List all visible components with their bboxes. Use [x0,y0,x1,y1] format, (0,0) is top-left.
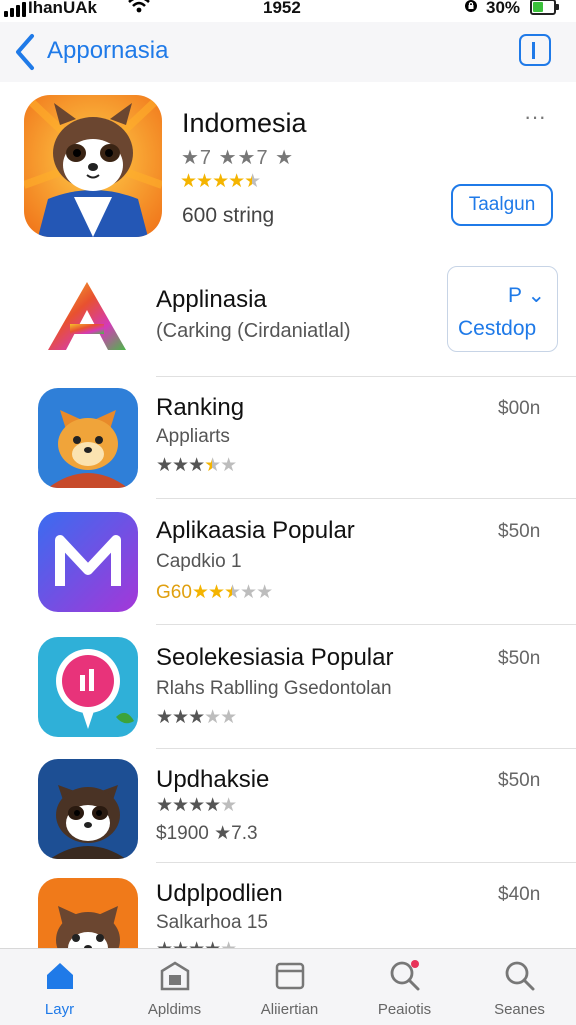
app-name: Updhaksie [156,766,270,793]
app-subtitle: Rlahs Rablling Gsedontolan [156,678,392,699]
divider [156,862,576,863]
tab-seanes[interactable]: Seanes [462,949,576,1025]
price-label: $00n [498,398,541,419]
rotation-lock-icon [465,0,477,12]
button-top-label: P ⌄ [508,284,546,307]
tab-label: Aliiertian [260,1001,319,1018]
app-subtitle: Salkarhoa 15 [156,912,268,933]
battery-percent: 30% [486,0,521,17]
tab-label: Layr [44,1001,75,1018]
star-rating: ★★★★★ [156,795,237,816]
apps-icon [160,961,189,991]
clock: 1952 [263,0,301,17]
price-label: $50n [498,648,541,669]
app-name: Udplpodlien [156,880,283,907]
tab-layr[interactable]: Layr [2,949,117,1025]
featured-get-button[interactable]: Taalgun [451,184,553,226]
battery-icon [530,0,559,15]
rating-row: G60★★★★★ [156,581,273,604]
divider [156,498,576,499]
app-meta: $1900 ★7.3 [156,823,258,844]
tab-peaiotis[interactable]: Peaiotis [347,949,462,1025]
search-badge-icon [390,960,419,991]
back-chevron-icon[interactable] [12,32,38,72]
featured-rating-text: ★7 ★★7 ★ [181,147,295,169]
featured-star-rating: ★★★★★ [180,171,261,192]
star-rating: ★★★★★ [156,455,237,476]
app-subtitle: (Carking (Cirdaniatlal) [156,320,351,342]
fox-app-icon [38,388,138,488]
m-logo-app-icon [38,512,138,612]
divider [156,376,576,377]
app-subtitle: Appliarts [156,426,230,447]
search-icon [505,961,534,991]
divider [156,624,576,625]
featured-app-name: Indomesia [182,108,307,138]
tab-apldims[interactable]: Apldims [117,949,232,1025]
home-icon [46,963,73,989]
app-name: Applinasia [156,286,267,313]
tab-label: Apldims [147,1001,202,1018]
applinasia-logo-icon[interactable] [46,280,128,352]
wifi-icon [128,0,150,13]
app-name: Ranking [156,394,245,421]
tab-label: Seanes [494,1001,545,1018]
raccoon-app-icon [38,759,138,859]
divider [156,748,576,749]
get-button[interactable]: P ⌄ Cestdop [447,266,558,352]
browser-icon [275,962,304,990]
price-label: $50n [498,770,541,791]
star-rating: ★★★★★ [191,582,273,603]
tab-aliiertian[interactable]: Aliiertian [232,949,347,1025]
app-subtitle: Capdkio 1 [156,551,242,572]
status-bar: IhanUAk 1952 30% [0,0,576,20]
star-rating: ★★★★★ [156,707,237,728]
more-icon[interactable]: ··· [524,104,546,130]
chart-pin-app-icon [38,637,138,737]
price-label: $50n [498,521,541,542]
app-name: Seolekesiasia Popular [156,644,394,671]
navigation-bar: Appornasia [0,22,576,82]
featured-subtitle: 600 string [182,204,275,227]
back-button-label[interactable]: Appornasia [47,37,168,65]
app-name: Aplikaasia Popular [156,517,355,544]
tab-label: Peaiotis [377,1001,432,1018]
tab-bar: Layr Apldims Aliiertian Peaiotis Seanes [0,948,576,1025]
button-bottom-label: Cestdop [458,317,537,340]
carrier-name: IhanUAk [28,0,97,17]
rating-count: G60 [156,582,192,603]
share-icon[interactable] [519,34,551,66]
price-label: $40n [498,884,541,905]
signal-icon [4,2,26,17]
featured-app-icon[interactable] [24,95,162,237]
